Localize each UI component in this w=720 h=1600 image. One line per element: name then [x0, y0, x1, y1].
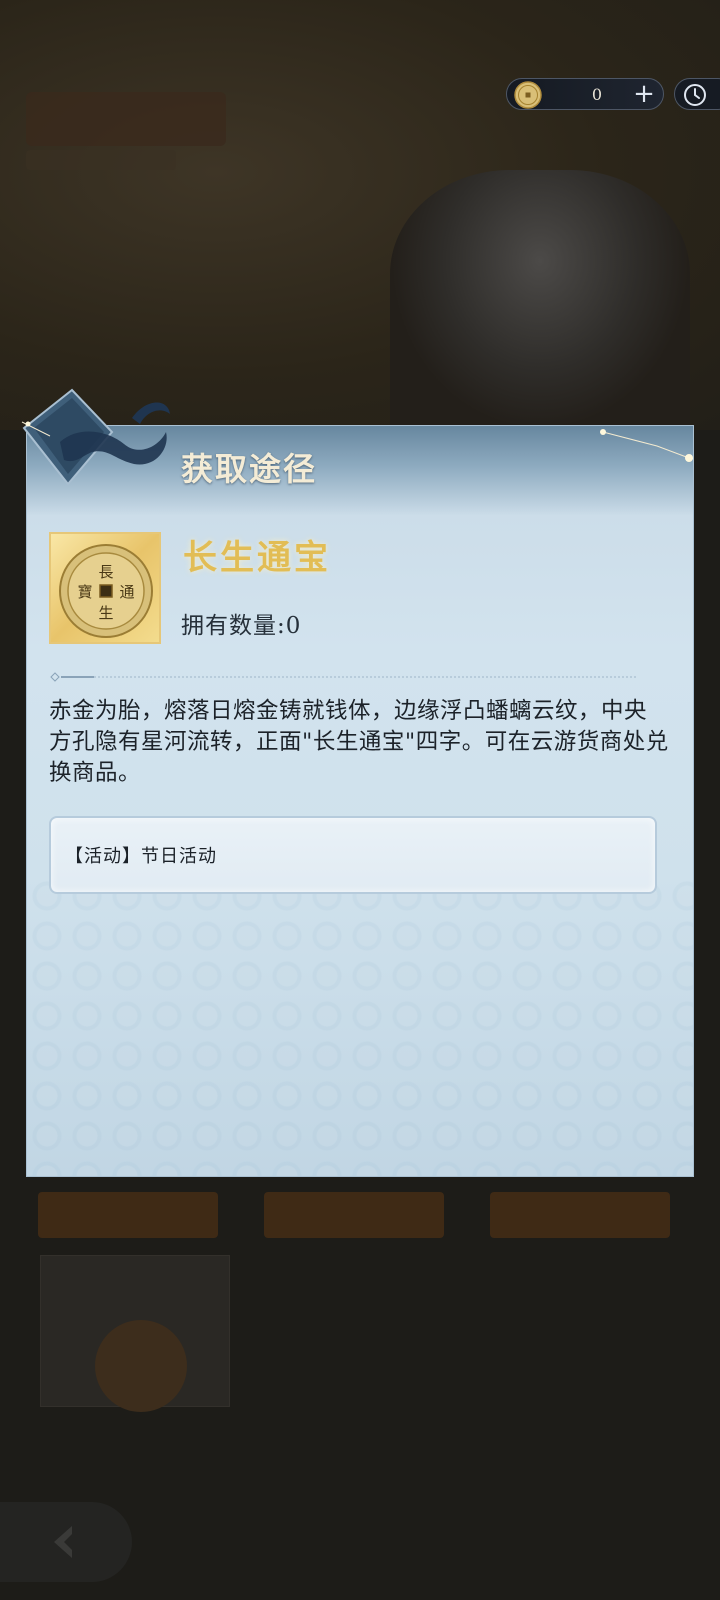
coin-icon	[514, 81, 542, 109]
currency-amount: 0	[591, 84, 603, 104]
back-arrow-icon	[54, 1526, 72, 1558]
acquisition-dialog: 获取途径 長 通 生 寶 长生通宝 拥有数量:0 赤金为胎，熔落日熔金铸就钱体，…	[26, 425, 694, 1177]
background-character	[390, 170, 690, 430]
acquisition-source-label: 【活动】节日活动	[65, 846, 217, 867]
currency-bar: 0 +	[506, 78, 664, 110]
item-description: 赤金为胎，熔落日熔金铸就钱体，边缘浮凸蟠螭云纹，中央方孔隐有星河流转，正面"长生…	[49, 698, 669, 786]
background-coin	[95, 1320, 187, 1412]
gold-coin-icon: 長 通 生 寶	[59, 544, 153, 638]
constellation-decoration	[600, 429, 693, 462]
clock-icon	[684, 84, 706, 106]
coin-inscription-right: 通	[119, 583, 134, 601]
coin-inscription-top: 長	[98, 563, 113, 581]
item-name: 长生通宝	[183, 538, 331, 578]
background-tab-2	[264, 1192, 444, 1238]
background-tab-1	[38, 1192, 218, 1238]
back-button[interactable]	[0, 1502, 132, 1582]
item-count-value: 0	[285, 613, 302, 639]
item-count: 拥有数量:0	[181, 606, 301, 640]
cloud-pattern-decoration	[27, 876, 693, 1176]
acquisition-source-entry[interactable]: 【活动】节日活动	[49, 816, 657, 894]
background-tab-3	[490, 1192, 670, 1238]
coin-inscription-bottom: 生	[98, 604, 113, 622]
background-title	[26, 92, 226, 146]
dialog-title: 获取途径	[181, 450, 318, 488]
dragon-emblem-icon	[21, 388, 170, 486]
item-icon: 長 通 生 寶	[49, 532, 161, 644]
history-button[interactable]	[674, 78, 720, 110]
divider	[50, 672, 637, 682]
item-count-label: 拥有数量:	[181, 613, 286, 639]
add-currency-button[interactable]: +	[631, 81, 657, 107]
background-subtitle	[26, 150, 176, 170]
coin-inscription-left: 寶	[77, 583, 92, 601]
